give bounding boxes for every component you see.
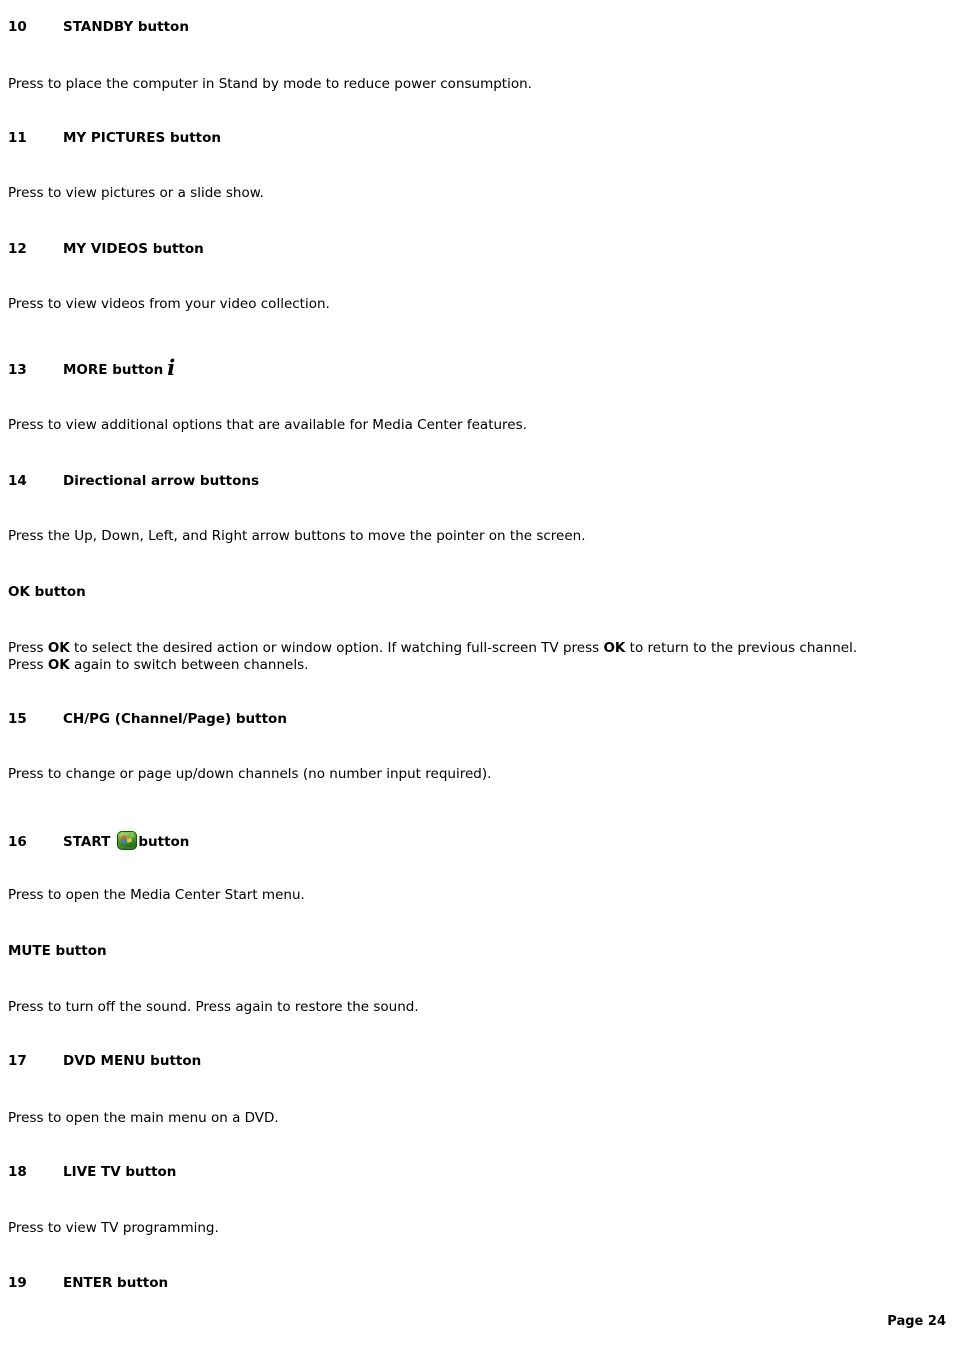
entry-number: 16 — [8, 834, 27, 850]
entry-label: CH/PG (Channel/Page) button — [63, 711, 287, 727]
entry-body-text: Press to view pictures or a slide show. — [8, 185, 264, 201]
entry-number: 19 — [8, 1275, 27, 1291]
entry-12-body: Press to view videos from your video col… — [8, 296, 894, 313]
entry-body-text: Press to open the main menu on a DVD. — [8, 1110, 279, 1126]
entry-ok: OK button — [8, 584, 894, 600]
page-number-footer: Page 24 — [887, 1314, 946, 1329]
entry-body-text: Press to place the computer in Stand by … — [8, 76, 532, 92]
entry-label-suffix: button — [138, 834, 190, 850]
entry-heading: 14 Directional arrow buttons — [8, 473, 894, 489]
entry-heading: OK button — [8, 584, 894, 600]
body-run-bold: OK — [603, 640, 626, 656]
entry-12: 12 MY VIDEOS button — [8, 241, 894, 257]
body-run: to select the desired action or window o… — [69, 640, 604, 656]
entry-heading: 17 DVD MENU button — [8, 1053, 894, 1069]
entry-label: MY VIDEOS button — [63, 241, 204, 257]
entry-heading: 19 ENTER button — [8, 1275, 894, 1291]
entry-16-body: Press to open the Media Center Start men… — [8, 887, 894, 904]
body-run-bold: OK — [47, 657, 70, 673]
entry-heading: 18 LIVE TV button — [8, 1164, 894, 1180]
entry-17-body: Press to open the main menu on a DVD. — [8, 1110, 894, 1127]
entry-number: 18 — [8, 1164, 27, 1180]
entry-body-text: Press to view videos from your video col… — [8, 296, 330, 312]
entry-number: 13 — [8, 362, 27, 378]
entry-11: 11 MY PICTURES button — [8, 130, 894, 146]
entry-ok-body: Press OK to select the desired action or… — [8, 640, 894, 674]
entry-number: 14 — [8, 473, 27, 489]
entry-heading: 15 CH/PG (Channel/Page) button — [8, 711, 894, 727]
entry-body-text: Press the Up, Down, Left, and Right arro… — [8, 528, 586, 544]
entry-16: 16 START button — [8, 831, 894, 850]
entry-14: 14 Directional arrow buttons — [8, 473, 894, 489]
entry-body-text: Press to view TV programming. — [8, 1220, 219, 1236]
entry-17: 17 DVD MENU button — [8, 1053, 894, 1069]
windows-media-center-start-icon — [117, 831, 138, 850]
entry-label: MUTE button — [8, 943, 107, 959]
entry-body-text: Press to turn off the sound. Press again… — [8, 999, 419, 1015]
entry-body-text: Press OK to select the desired action or… — [8, 640, 894, 674]
entry-label: STANDBY button — [63, 19, 189, 35]
body-run-bold: OK — [47, 640, 70, 656]
entry-13: 13 MORE button i — [8, 357, 894, 378]
entry-number: 10 — [8, 19, 27, 35]
entry-label: MY PICTURES button — [63, 130, 222, 146]
entry-label: ENTER button — [63, 1275, 169, 1291]
entry-10: 10 STANDBY button — [8, 19, 894, 35]
entry-body-text: Press to change or page up/down channels… — [8, 766, 492, 782]
document-page: 10 STANDBY button Press to place the comp… — [0, 0, 954, 1351]
entry-11-body: Press to view pictures or a slide show. — [8, 185, 894, 202]
entry-number: 11 — [8, 130, 27, 146]
entry-19: 19 ENTER button — [8, 1275, 894, 1291]
entry-heading: 11 MY PICTURES button — [8, 130, 894, 146]
entry-number: 15 — [8, 711, 27, 727]
entry-15: 15 CH/PG (Channel/Page) button — [8, 711, 894, 727]
entry-10-body: Press to place the computer in Stand by … — [8, 76, 894, 93]
entry-18-body: Press to view TV programming. — [8, 1220, 894, 1237]
entry-label: MORE button — [63, 362, 164, 378]
body-run: Press — [8, 640, 48, 656]
entry-label: LIVE TV button — [63, 1164, 177, 1180]
entry-mute-body: Press to turn off the sound. Press again… — [8, 999, 894, 1016]
entry-heading: 13 MORE button i — [8, 357, 894, 378]
entry-mute: MUTE button — [8, 943, 894, 959]
entry-number: 17 — [8, 1053, 27, 1069]
entry-13-body: Press to view additional options that ar… — [8, 417, 894, 434]
entry-number: 12 — [8, 241, 27, 257]
entry-14-body: Press the Up, Down, Left, and Right arro… — [8, 528, 894, 545]
entry-body-text: Press to view additional options that ar… — [8, 417, 527, 433]
more-info-i-icon: i — [167, 355, 176, 380]
entry-body-text: Press to open the Media Center Start men… — [8, 887, 305, 903]
entry-label: Directional arrow buttons — [63, 473, 260, 489]
entry-15-body: Press to change or page up/down channels… — [8, 766, 894, 783]
entry-heading: 12 MY VIDEOS button — [8, 241, 894, 257]
entry-heading: MUTE button — [8, 943, 894, 959]
entry-label: START — [63, 834, 111, 850]
entry-label: OK button — [8, 584, 86, 600]
body-run: again to switch between channels. — [69, 657, 309, 673]
entry-label: DVD MENU button — [63, 1053, 202, 1069]
entry-heading: 16 START button — [8, 831, 894, 850]
entry-18: 18 LIVE TV button — [8, 1164, 894, 1180]
entry-heading: 10 STANDBY button — [8, 19, 894, 35]
